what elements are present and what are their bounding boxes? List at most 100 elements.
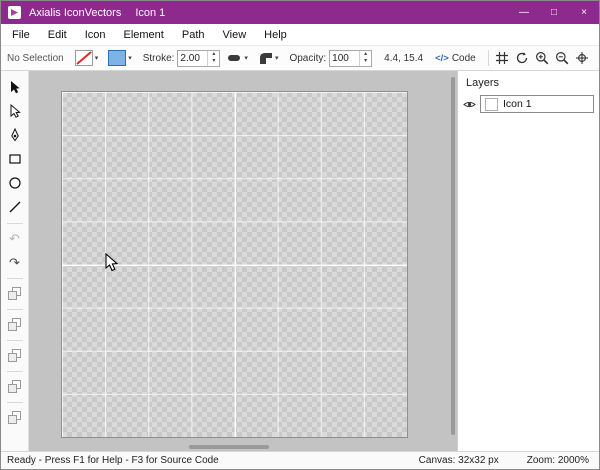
selection-status: No Selection xyxy=(7,53,64,64)
vertical-scrollbar[interactable] xyxy=(449,71,457,443)
zoom-in-icon xyxy=(535,51,549,65)
select-arrow-icon xyxy=(8,80,22,94)
pixel-grid-icon xyxy=(575,51,589,65)
canvas-size-readout: Canvas: 32x32 px xyxy=(419,455,499,466)
duplicate-icon xyxy=(8,287,21,300)
rotate-icon xyxy=(515,51,529,65)
layers-panel-title: Layers xyxy=(458,75,599,95)
stroke-label: Stroke: xyxy=(143,53,175,64)
pixel-grid-button[interactable] xyxy=(573,48,590,69)
tool-separator xyxy=(7,278,23,279)
menu-edit[interactable]: Edit xyxy=(39,24,76,45)
window-controls: — □ × xyxy=(509,1,599,24)
stroke-width-spinner[interactable]: ▴ ▾ xyxy=(177,50,220,67)
zoom-out-icon xyxy=(555,51,569,65)
menu-icon[interactable]: Icon xyxy=(76,24,115,45)
duplicate-tool-button[interactable] xyxy=(4,406,26,428)
app-window: Axialis IconVectors Icon 1 — □ × File Ed… xyxy=(0,0,600,470)
tool-separator xyxy=(7,340,23,341)
stroke-color-picker[interactable]: ▾ xyxy=(72,48,102,68)
grid-toggle-button[interactable] xyxy=(494,48,511,69)
tool-panel: ↶ ↷ xyxy=(1,71,29,451)
direct-select-arrow-icon xyxy=(8,104,22,118)
undo-icon: ↶ xyxy=(9,232,20,245)
tool-separator xyxy=(7,309,23,310)
chevron-down-icon: ▾ xyxy=(95,54,99,62)
direct-select-tool-button[interactable] xyxy=(4,100,26,122)
redo-icon: ↷ xyxy=(9,256,20,269)
stroke-none-swatch xyxy=(75,50,93,66)
spin-up-icon[interactable]: ▴ xyxy=(360,51,371,59)
rotate-view-button[interactable] xyxy=(514,48,531,69)
tool-separator xyxy=(7,402,23,403)
rectangle-tool-button[interactable] xyxy=(4,148,26,170)
fill-color-picker[interactable]: ▾ xyxy=(105,48,135,68)
titlebar: Axialis IconVectors Icon 1 — □ × xyxy=(1,1,599,24)
statusbar: Ready - Press F1 for Help - F3 for Sourc… xyxy=(1,451,599,469)
pen-tool-button[interactable] xyxy=(4,124,26,146)
canvas-area[interactable] xyxy=(29,71,457,451)
line-tool-button[interactable] xyxy=(4,196,26,218)
duplicate-tool-button[interactable] xyxy=(4,313,26,335)
zoom-in-button[interactable] xyxy=(533,48,550,69)
layer-item[interactable]: Icon 1 xyxy=(480,95,594,113)
no-stroke-slash-icon xyxy=(76,51,92,65)
menu-help[interactable]: Help xyxy=(255,24,296,45)
duplicate-tool-button[interactable] xyxy=(4,344,26,366)
opacity-label: Opacity: xyxy=(289,53,326,64)
minimize-button[interactable]: — xyxy=(509,1,539,24)
toolbar-separator xyxy=(488,50,489,66)
menu-path[interactable]: Path xyxy=(173,24,214,45)
menu-file[interactable]: File xyxy=(3,24,39,45)
vertical-scrollbar-thumb[interactable] xyxy=(451,77,455,435)
spinner-buttons: ▴ ▾ xyxy=(359,51,371,66)
eye-icon xyxy=(463,100,476,109)
duplicate-icon xyxy=(8,380,21,393)
stroke-width-input[interactable] xyxy=(178,51,207,66)
layer-row[interactable]: Icon 1 xyxy=(458,95,599,113)
cursor-coordinates: 4.4, 15.4 xyxy=(384,53,423,64)
opacity-input[interactable] xyxy=(330,51,359,66)
undo-button[interactable]: ↶ xyxy=(4,227,26,249)
document-title: Icon 1 xyxy=(135,7,165,19)
menubar: File Edit Icon Element Path View Help xyxy=(1,24,599,45)
duplicate-tool-button[interactable] xyxy=(4,282,26,304)
spinner-buttons: ▴ ▾ xyxy=(207,51,219,66)
duplicate-icon xyxy=(8,349,21,362)
ellipse-icon xyxy=(8,176,22,190)
mouse-cursor xyxy=(105,253,123,273)
horizontal-scrollbar-thumb[interactable] xyxy=(189,445,269,449)
status-message: Ready - Press F1 for Help - F3 for Sourc… xyxy=(7,455,219,466)
app-title: Axialis IconVectors xyxy=(29,7,121,19)
menu-view[interactable]: View xyxy=(214,24,256,45)
redo-button[interactable]: ↷ xyxy=(4,251,26,273)
line-cap-dropdown[interactable]: ▾ xyxy=(224,49,251,67)
fill-color-swatch xyxy=(108,50,126,66)
close-button[interactable]: × xyxy=(569,1,599,24)
chevron-down-icon: ▾ xyxy=(244,54,248,62)
code-button-label: Code xyxy=(452,53,476,64)
spin-up-icon[interactable]: ▴ xyxy=(208,51,219,59)
ellipse-tool-button[interactable] xyxy=(4,172,26,194)
spin-down-icon[interactable]: ▾ xyxy=(360,58,371,66)
horizontal-scrollbar[interactable] xyxy=(29,443,449,451)
tool-separator xyxy=(7,223,23,224)
line-icon xyxy=(8,200,22,214)
duplicate-tool-button[interactable] xyxy=(4,375,26,397)
grid-icon xyxy=(495,51,509,65)
layer-name: Icon 1 xyxy=(503,98,532,110)
maximize-button[interactable]: □ xyxy=(539,1,569,24)
opacity-spinner[interactable]: ▴ ▾ xyxy=(329,50,372,67)
toolbar: No Selection ▾ ▾ Stroke: ▴ ▾ xyxy=(1,45,599,71)
code-button[interactable]: </> Code xyxy=(431,51,480,66)
chevron-down-icon: ▾ xyxy=(275,54,279,62)
menu-element[interactable]: Element xyxy=(115,24,173,45)
zoom-out-button[interactable] xyxy=(553,48,570,69)
pen-icon xyxy=(8,128,22,142)
spin-down-icon[interactable]: ▾ xyxy=(208,58,219,66)
line-join-dropdown[interactable]: ▾ xyxy=(255,49,282,67)
duplicate-icon xyxy=(8,318,21,331)
duplicate-icon xyxy=(8,411,21,424)
visibility-toggle[interactable] xyxy=(463,100,476,109)
select-tool-button[interactable] xyxy=(4,76,26,98)
